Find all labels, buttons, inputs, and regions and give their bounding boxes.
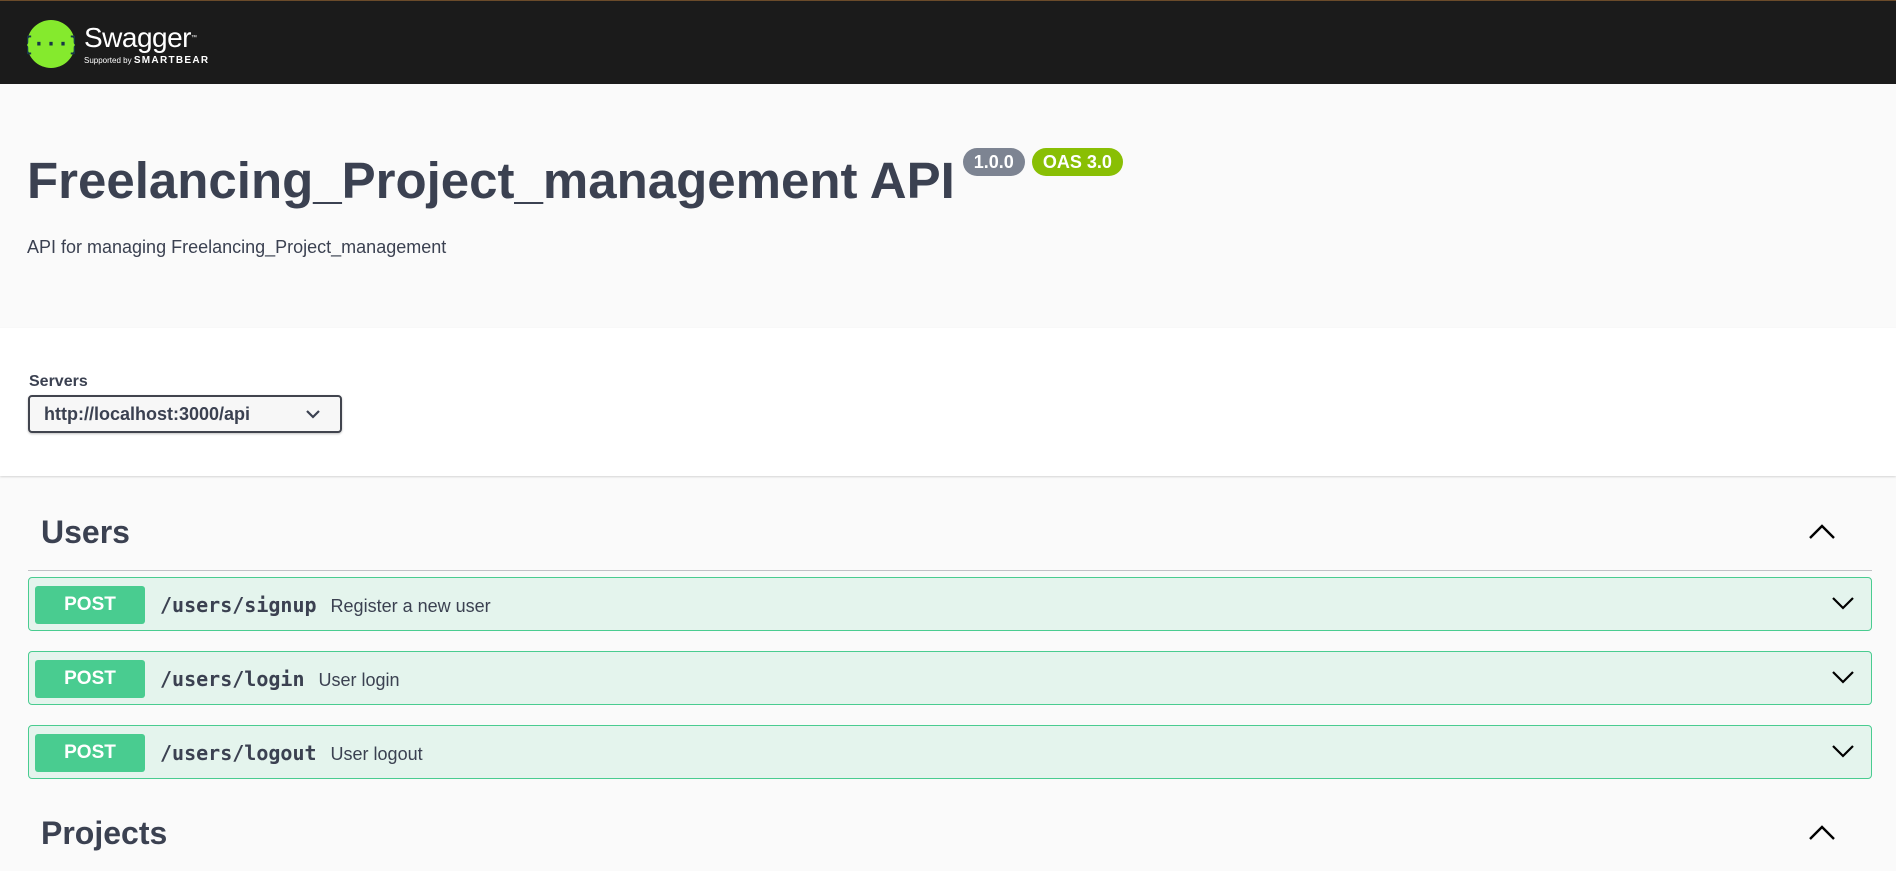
- method-badge: POST: [35, 586, 145, 624]
- operation-summary: Register a new user: [330, 596, 491, 616]
- logo-text: Swagger™ Supported by SMARTBEAR: [84, 21, 210, 66]
- servers-section: Servers http://localhost:3000/api: [0, 328, 1896, 476]
- topbar: {···} Swagger™ Supported by SMARTBEAR: [0, 0, 1896, 84]
- operation-post-users-signup[interactable]: POST /users/signup Register a new user: [28, 577, 1872, 631]
- operation-summary: User logout: [330, 744, 423, 764]
- chevron-down-icon[interactable]: [1831, 743, 1855, 759]
- servers-label: Servers: [29, 373, 88, 390]
- swagger-logo-icon: {···}: [27, 20, 75, 68]
- servers-select[interactable]: http://localhost:3000/api: [28, 395, 342, 433]
- operation-path: /users/signup: [160, 593, 317, 617]
- title-row: Freelancing_Project_management API 1.0.0…: [27, 148, 1123, 213]
- tag-header-users[interactable]: Users: [28, 496, 1872, 571]
- logo-brand: SMARTBEAR: [133, 54, 210, 66]
- api-description: API for managing Freelancing_Project_man…: [27, 237, 447, 257]
- api-title: Freelancing_Project_management API: [27, 152, 955, 209]
- chevron-down-icon: [306, 410, 320, 419]
- servers-selected-value: http://localhost:3000/api: [44, 403, 251, 424]
- version-badge: 1.0.0: [962, 148, 1025, 176]
- chevron-down-icon[interactable]: [1831, 595, 1855, 611]
- operation-post-users-login[interactable]: POST /users/login User login: [28, 651, 1872, 705]
- chevron-up-icon[interactable]: [1808, 522, 1836, 542]
- operation-post-users-logout[interactable]: POST /users/logout User logout: [28, 725, 1872, 779]
- operation-path: /users/logout: [160, 741, 317, 765]
- chevron-up-icon[interactable]: [1808, 823, 1836, 843]
- logo-trademark: ™: [191, 34, 197, 41]
- logo-supported-by: Supported by: [84, 55, 132, 65]
- tag-header-projects[interactable]: Projects: [28, 797, 1872, 871]
- tag-name-projects: Projects: [41, 815, 168, 851]
- operation-path: /users/login: [160, 667, 305, 691]
- tag-group-users: Users POST /users/signup Register a new u…: [28, 496, 1872, 799]
- method-badge: POST: [35, 734, 145, 772]
- logo-name: Swagger: [84, 21, 192, 53]
- tag-name-users: Users: [41, 514, 130, 550]
- api-info: Freelancing_Project_management API 1.0.0…: [0, 84, 1896, 328]
- oas-badge: OAS 3.0: [1031, 148, 1123, 176]
- svg-text:{···}: {···}: [27, 32, 75, 56]
- operation-summary: User login: [318, 670, 400, 690]
- swagger-logo-link[interactable]: {···} Swagger™ Supported by SMARTBEAR: [27, 16, 209, 72]
- tag-group-projects: Projects: [28, 797, 1872, 871]
- method-badge: POST: [35, 660, 145, 698]
- chevron-down-icon[interactable]: [1831, 669, 1855, 685]
